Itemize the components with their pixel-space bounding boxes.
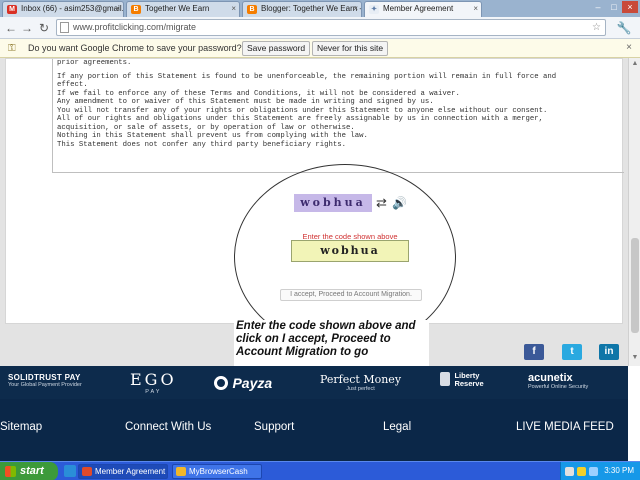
terms-line: You will not transfer any of your rights…	[57, 106, 548, 115]
gmail-icon: M	[7, 5, 17, 14]
payment-logos: SOLIDTRUST PAY Your Global Payment Provi…	[0, 366, 628, 399]
start-label: start	[20, 465, 44, 477]
url-text: www.profitclicking.com/migrate	[73, 22, 197, 32]
page-icon	[60, 22, 69, 33]
blogger-icon: B	[131, 5, 141, 14]
facebook-icon[interactable]: f	[524, 344, 544, 360]
start-button[interactable]: start	[0, 462, 58, 480]
footer-link-legal[interactable]: Legal	[383, 421, 411, 433]
page-scrollbar[interactable]: ▲ ▼	[628, 58, 640, 366]
page-content: prior agreements. If any portion of this…	[0, 58, 628, 367]
taskbar: start Member Agreement - ... MyBrowserCa…	[0, 461, 640, 480]
payza-icon	[214, 375, 228, 390]
chrome-icon	[82, 467, 92, 476]
never-for-this-site-button[interactable]: Never for this site	[312, 41, 389, 56]
annotation-text: Enter the code shown above and click on …	[234, 320, 429, 367]
windows-logo-icon	[5, 466, 16, 477]
terms-line: If we fail to enforce any of these Terms…	[57, 89, 460, 98]
solidtrust-pay-logo: SOLIDTRUST PAY Your Global Payment Provi…	[8, 373, 82, 388]
task-label: Member Agreement - ...	[95, 467, 167, 476]
clock: 3:30 PM	[604, 466, 634, 475]
reload-icon[interactable]: ↻	[37, 20, 51, 36]
site-footer: Sitemap Connect With Us Support Legal LI…	[0, 399, 628, 461]
terms-line: Nothing in this Statement shall prevent …	[57, 132, 368, 140]
terms-line: acquisition, or sale of assets, or by op…	[57, 123, 355, 132]
refresh-icon[interactable]: ⇄	[376, 195, 388, 211]
tab-blogger[interactable]: B Blogger: Together We Earn - ×	[242, 1, 362, 17]
tab-label: Together We Earn	[145, 4, 210, 13]
footer-link-sitemap[interactable]: Sitemap	[0, 421, 42, 433]
perfect-money-logo: Perfect Money Just perfect	[320, 373, 402, 392]
browser-toolbar: ← → ↻ www.profitclicking.com/migrate ☆ 🔧	[0, 17, 640, 39]
terms-line: If any portion of this Statement is foun…	[57, 72, 557, 81]
captcha-input[interactable]: wobhua	[291, 240, 409, 262]
terms-text-box[interactable]: prior agreements. If any portion of this…	[52, 59, 624, 173]
task-label: MyBrowserCash	[189, 467, 248, 476]
close-icon[interactable]: ×	[626, 42, 632, 53]
close-icon[interactable]: ×	[115, 2, 120, 16]
footer-link-live-media-feed[interactable]: LIVE MEDIA FEED	[516, 421, 614, 433]
forward-arrow-icon[interactable]: →	[20, 20, 34, 36]
star-icon[interactable]: ☆	[592, 20, 601, 35]
tab-member-agreement[interactable]: ✦ Member Agreement ×	[364, 1, 482, 17]
save-password-button[interactable]: Save password	[242, 41, 311, 56]
scroll-thumb[interactable]	[631, 238, 639, 333]
scroll-up-icon[interactable]: ▲	[630, 60, 640, 70]
tab-together-we-earn[interactable]: B Together We Earn ×	[126, 1, 240, 17]
ie-icon[interactable]	[64, 465, 76, 477]
tab-label: Blogger: Together We Earn -	[261, 4, 362, 13]
terms-line: prior agreements.	[57, 59, 132, 67]
task-mybrowsercash[interactable]: MyBrowserCash	[172, 464, 262, 479]
acunetix-logo: acunetix Powerful Online Security	[528, 372, 589, 390]
terms-line: Any amendment to or waiver of this State…	[57, 98, 434, 106]
address-bar[interactable]: www.profitclicking.com/migrate ☆	[56, 19, 606, 36]
terms-line: effect.	[57, 81, 88, 89]
task-member-agreement[interactable]: Member Agreement - ...	[78, 464, 168, 479]
key-icon: ⚿	[8, 43, 16, 54]
volume-icon[interactable]	[589, 467, 598, 476]
close-icon[interactable]: ×	[231, 2, 236, 16]
wrench-icon[interactable]: 🔧	[616, 20, 632, 36]
tab-gmail[interactable]: M Inbox (66) - asim253@gmail.c ×	[2, 1, 124, 17]
password-infobar: ⚿ Do you want Google Chrome to save your…	[0, 39, 640, 58]
network-icon[interactable]	[565, 467, 574, 476]
back-arrow-icon[interactable]: ←	[4, 20, 18, 36]
blogger-icon: B	[247, 5, 257, 14]
footer-link-support[interactable]: Support	[254, 421, 294, 433]
payza-logo: Payza	[214, 374, 272, 392]
captcha-image: wobhua	[294, 194, 372, 212]
maximize-icon[interactable]: □	[606, 1, 622, 13]
page-icon: ✦	[369, 5, 379, 14]
accept-button[interactable]: I accept, Proceed to Account Migration.	[280, 289, 422, 301]
terms-line: This Statement does not confer any third…	[57, 140, 347, 149]
tab-strip: M Inbox (66) - asim253@gmail.c × B Toget…	[0, 0, 640, 17]
close-icon[interactable]: ×	[473, 2, 478, 16]
footer-link-connect[interactable]: Connect With Us	[125, 421, 211, 433]
egopay-logo: EGO PAY	[130, 370, 177, 395]
terms-line: All of our rights and obligations under …	[57, 115, 544, 123]
tab-label: Inbox (66) - asim253@gmail.c	[21, 4, 124, 13]
minimize-icon[interactable]: –	[590, 1, 606, 13]
speaker-icon[interactable]: 🔊	[392, 195, 407, 211]
close-icon[interactable]: ×	[353, 2, 358, 16]
system-tray: 3:30 PM	[560, 462, 640, 480]
twitter-icon[interactable]: t	[562, 344, 582, 360]
linkedin-icon[interactable]: in	[599, 344, 619, 360]
liberty-reserve-logo: Liberty Reserve	[440, 372, 490, 390]
window-close-icon[interactable]: ×	[622, 1, 638, 13]
password-prompt: Do you want Google Chrome to save your p…	[28, 43, 242, 53]
liberty-reserve-icon	[440, 372, 450, 386]
scroll-down-icon[interactable]: ▼	[630, 354, 640, 364]
security-icon[interactable]	[577, 467, 586, 476]
tab-label: Member Agreement	[383, 4, 454, 13]
app-icon	[176, 467, 186, 476]
